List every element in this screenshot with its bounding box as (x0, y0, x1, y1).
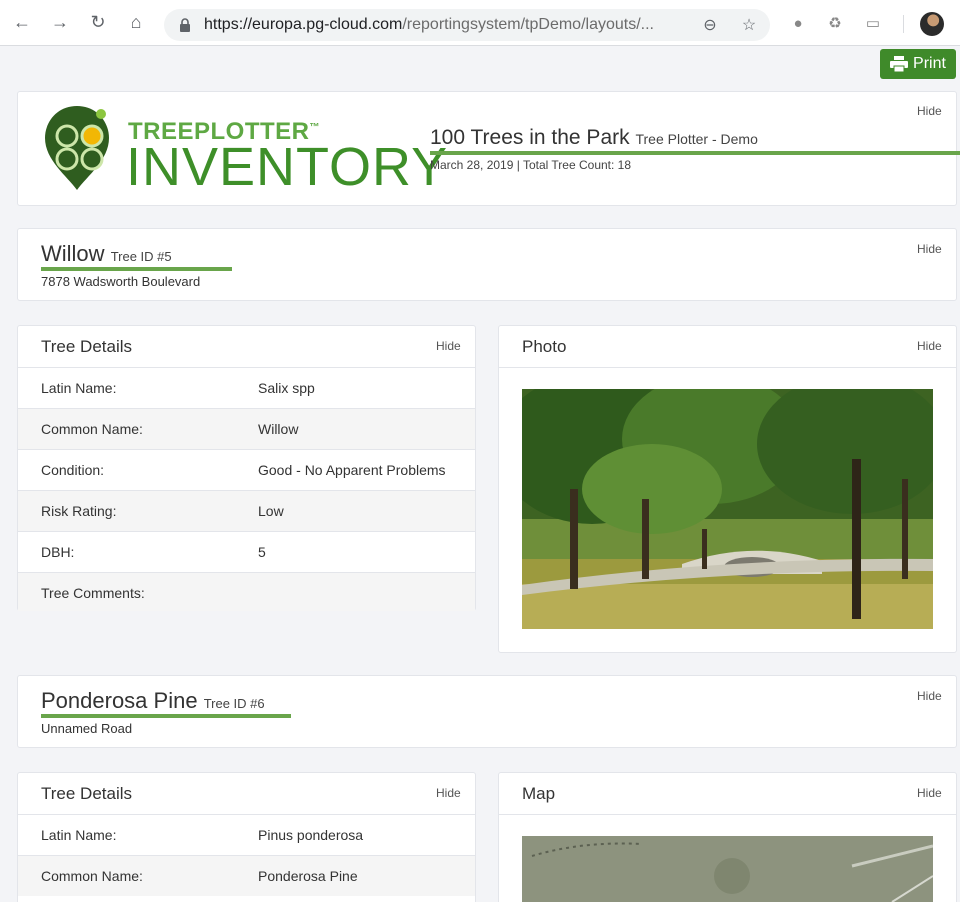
logo-wordmark-bottom: INVENTORY (126, 137, 449, 197)
detail-value: Pinus ponderosa (258, 827, 364, 843)
url-path: /reportingsystem/tpDemo/layouts/... (402, 16, 654, 33)
detail-label: DBH: (41, 544, 75, 560)
tree-map[interactable] (522, 836, 933, 902)
hide-tree-link[interactable]: Hide (917, 689, 942, 703)
tree-address: Unnamed Road (41, 721, 133, 736)
hide-details-link[interactable]: Hide (436, 339, 461, 353)
tree-details-title: Tree Details (41, 784, 133, 803)
bookmark-star-icon[interactable]: ☆ (738, 14, 760, 36)
detail-label: Latin Name: (41, 380, 117, 396)
treeplotter-logo-icon (45, 106, 109, 190)
detail-row: Condition: Good - No Apparent Problems (18, 449, 475, 490)
detail-label: Latin Name: (41, 827, 117, 843)
detail-row: Tree Comments: (18, 572, 475, 611)
photo-title: Photo (522, 337, 567, 356)
detail-row: Risk Rating: Low (18, 490, 475, 531)
forward-arrow-icon[interactable]: → (46, 8, 74, 36)
tree-details-card: Tree Details Hide Latin Name: Salix spp C… (17, 325, 476, 611)
detail-row: DBH: 5 (18, 531, 475, 572)
detail-label: Common Name: (41, 868, 143, 884)
report-meta: March 28, 2019 | Total Tree Count: 18 (430, 158, 632, 172)
detail-value: Ponderosa Pine (258, 868, 358, 884)
print-button[interactable]: Print (880, 49, 956, 79)
tree-name-underline (41, 714, 291, 718)
lock-icon (180, 18, 190, 32)
chat-extension-icon[interactable]: ▭ (861, 11, 885, 35)
detail-value: Good - No Apparent Problems (258, 462, 446, 478)
reload-icon[interactable]: ↻ (84, 8, 112, 36)
recycle-extension-icon[interactable]: ♻ (823, 11, 847, 35)
tree-details-title: Tree Details (41, 337, 133, 356)
tree-name: Willow Tree ID #5 (41, 241, 172, 266)
detail-label: Tree Comments: (41, 585, 145, 601)
map-header-divider (499, 814, 956, 815)
zoom-icon[interactable]: ⊖ (699, 14, 721, 36)
detail-value: Willow (258, 421, 299, 437)
address-bar[interactable]: https://europa.pg-cloud.com/reportingsys… (164, 9, 770, 41)
hide-header-link[interactable]: Hide (917, 104, 942, 118)
hide-details-link[interactable]: Hide (436, 786, 461, 800)
tree-address: 7878 Wadsworth Boulevard (41, 274, 201, 289)
report-title: 100 Trees in the Park Tree Plotter - Dem… (430, 126, 758, 149)
detail-row: Common Name: Ponderosa Pine (18, 855, 475, 896)
photo-header-divider (499, 367, 956, 368)
avatar[interactable] (920, 12, 944, 36)
detail-row: Latin Name: Pinus ponderosa (18, 814, 475, 855)
tree-name-underline (41, 267, 232, 271)
print-label: Print (913, 55, 946, 72)
url-host: https://europa.pg-cloud.com (204, 16, 403, 33)
detail-label: Condition: (41, 462, 105, 478)
tree-photo (522, 389, 933, 629)
detail-label: Common Name: (41, 421, 143, 437)
hide-tree-link[interactable]: Hide (917, 242, 942, 256)
printer-icon (890, 56, 909, 72)
hide-photo-link[interactable]: Hide (917, 339, 942, 353)
detail-value: Salix spp (258, 380, 315, 396)
tree-details-card: Tree Details Hide Latin Name: Pinus ponde… (17, 772, 476, 902)
detail-value: 5 (258, 544, 266, 560)
home-icon[interactable]: ⌂ (122, 8, 150, 36)
title-underline (430, 151, 960, 155)
back-arrow-icon[interactable]: ← (8, 8, 36, 36)
detail-row: Latin Name: Salix spp (18, 367, 475, 408)
hide-map-link[interactable]: Hide (917, 786, 942, 800)
browser-toolbar: ← → ↻ ⌂ https://europa.pg-cloud.com/repo… (0, 0, 960, 46)
toolbar-divider (903, 15, 904, 33)
detail-label: Risk Rating: (41, 503, 117, 519)
tree-name: Ponderosa Pine Tree ID #6 (41, 688, 265, 713)
detail-value: Low (258, 503, 284, 519)
map-title: Map (522, 784, 556, 803)
extension-circle-icon[interactable]: ● (786, 11, 810, 35)
detail-row: Common Name: Willow (18, 408, 475, 449)
